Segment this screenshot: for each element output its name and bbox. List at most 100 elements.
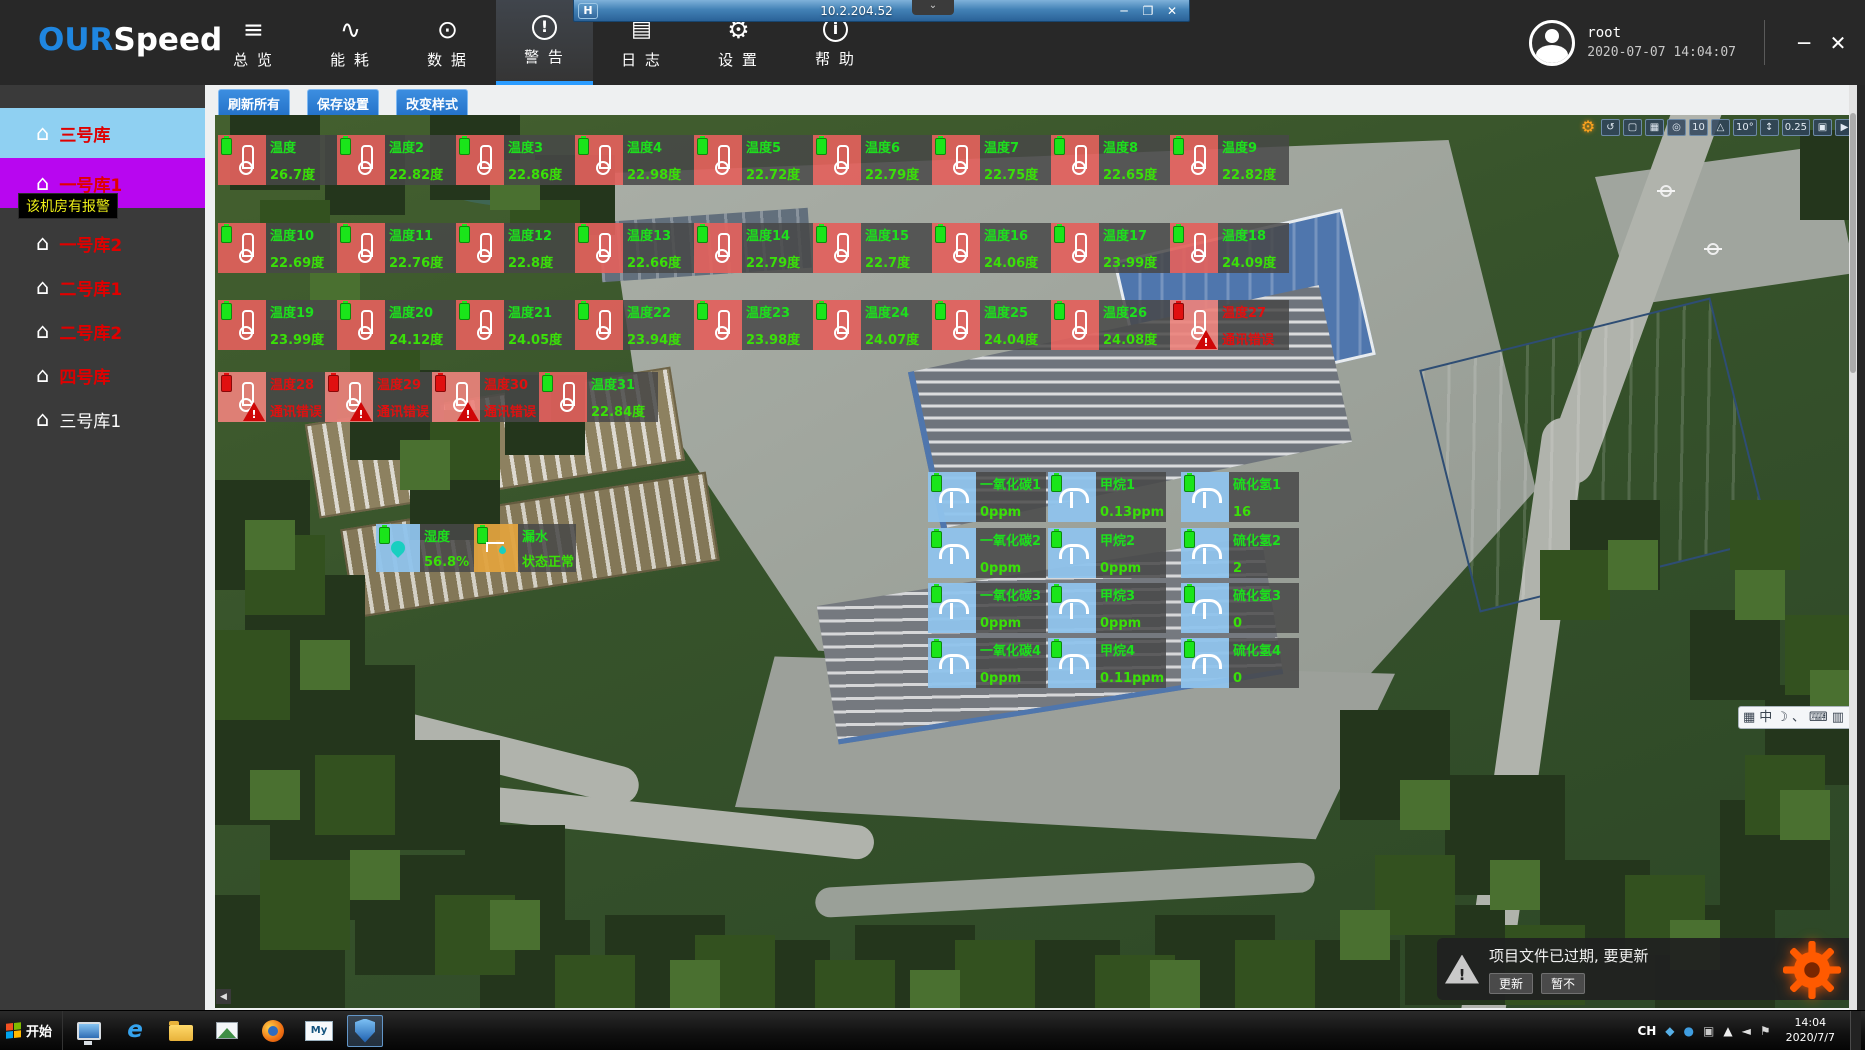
taskbar-app-button[interactable]: e (117, 1015, 153, 1047)
settings-gear-icon[interactable] (1783, 941, 1841, 999)
map-control-button[interactable]: ◎ (1667, 119, 1686, 136)
temperature-sensor-tile[interactable]: ! 温度8 22.65度 (1051, 135, 1170, 185)
toolbar-button[interactable]: 刷新所有 (218, 89, 290, 118)
gas-sensor-tile[interactable]: 一氧化碳4 0ppm (928, 638, 1046, 688)
temperature-sensor-tile[interactable]: ! 温度29 通讯错误 (325, 372, 444, 422)
temperature-sensor-tile[interactable]: ! 温度5 22.72度 (694, 135, 813, 185)
gas-sensor-tile[interactable]: 甲烷3 0ppm (1048, 583, 1166, 633)
user-avatar-icon[interactable] (1529, 20, 1575, 66)
environment-sensor-tile[interactable]: 湿度 56.8% (376, 524, 478, 572)
map-control-button[interactable]: △ (1711, 119, 1730, 136)
map-control-button[interactable]: ▦ (1645, 119, 1664, 136)
ime-bar-icon[interactable]: ☽ (1776, 711, 1788, 724)
temperature-sensor-tile[interactable]: ! 温度16 24.06度 (932, 223, 1051, 273)
nav-tab[interactable]: 能 耗 (302, 0, 399, 85)
sidebar-room-item[interactable]: 一号库2 (0, 221, 205, 265)
ime-bar-icon[interactable]: ▦ (1743, 711, 1755, 724)
bgwin-restore-button[interactable]: ❐ (1139, 4, 1157, 18)
map-control-button[interactable]: 10° (1733, 119, 1757, 136)
map-control-button[interactable]: 0.25 (1782, 119, 1810, 136)
temperature-sensor-tile[interactable]: ! 温度17 23.99度 (1051, 223, 1170, 273)
gas-sensor-tile[interactable]: 一氧化碳3 0ppm (928, 583, 1046, 633)
temperature-sensor-tile[interactable]: ! 温度30 通讯错误 (432, 372, 551, 422)
ime-bar-icon[interactable]: ✎ (1848, 711, 1849, 724)
temperature-sensor-tile[interactable]: ! 温度10 22.69度 (218, 223, 337, 273)
temperature-sensor-tile[interactable]: ! 温度20 24.12度 (337, 300, 456, 350)
temperature-sensor-tile[interactable]: ! 温度25 24.04度 (932, 300, 1051, 350)
map-control-button[interactable]: ▶ (1835, 119, 1849, 136)
map-control-button[interactable]: ▢ (1623, 119, 1642, 136)
bgwin-close-button[interactable]: ✕ (1163, 4, 1181, 18)
facility-map[interactable]: ↺▢▦◎10△10°↕0.25▣▶ ! 温度 26.7度 (215, 115, 1849, 1008)
sidebar-room-item[interactable]: 四号库 (0, 353, 205, 397)
temperature-sensor-tile[interactable]: ! 温度27 通讯错误 (1170, 300, 1289, 350)
taskbar-app-button[interactable]: My (301, 1015, 337, 1047)
temperature-sensor-tile[interactable]: ! 温度14 22.79度 (694, 223, 813, 273)
temperature-sensor-tile[interactable]: ! 温度3 22.86度 (456, 135, 575, 185)
temperature-sensor-tile[interactable]: ! 温度19 23.99度 (218, 300, 337, 350)
tray-icon[interactable]: ⚑ (1760, 1025, 1771, 1037)
gas-sensor-tile[interactable]: 硫化氢1 16 (1181, 472, 1299, 522)
nav-tab[interactable]: 数 据 (399, 0, 496, 85)
taskbar-app-button[interactable] (209, 1015, 245, 1047)
ime-bar-icon[interactable]: 、 (1792, 711, 1805, 724)
compass-gear-icon[interactable] (1578, 118, 1598, 136)
gas-sensor-tile[interactable]: 甲烷2 0ppm (1048, 528, 1166, 578)
taskbar-clock[interactable]: 14:04 2020/7/7 (1780, 1016, 1841, 1046)
scrollbar-thumb[interactable] (1850, 113, 1856, 373)
toolbar-button[interactable]: 改变样式 (396, 89, 468, 118)
map-control-button[interactable]: ▣ (1813, 119, 1832, 136)
notification-button[interactable]: 暂不 (1541, 973, 1585, 994)
temperature-sensor-tile[interactable]: ! 温度22 23.94度 (575, 300, 694, 350)
environment-sensor-tile[interactable]: 漏水 状态正常 (474, 524, 576, 572)
gas-sensor-tile[interactable]: 一氧化碳2 0ppm (928, 528, 1046, 578)
temperature-sensor-tile[interactable]: ! 温度7 22.75度 (932, 135, 1051, 185)
map-control-button[interactable]: ↕ (1760, 119, 1779, 136)
tray-icon[interactable]: ▣ (1703, 1025, 1714, 1037)
sidebar-room-item[interactable]: 二号库1 (0, 265, 205, 309)
app-minimize-button[interactable]: ─ (1787, 31, 1821, 55)
background-window-icon[interactable]: H (578, 3, 598, 19)
ime-bar-icon[interactable]: ▥ (1832, 711, 1844, 724)
start-button[interactable]: 开始 (0, 1011, 63, 1050)
sidebar-room-item[interactable]: 二号库2 (0, 309, 205, 353)
temperature-sensor-tile[interactable]: ! 温度23 23.98度 (694, 300, 813, 350)
gas-sensor-tile[interactable]: 甲烷4 0.11ppm (1048, 638, 1166, 688)
tray-icon[interactable]: ◄ (1742, 1025, 1751, 1037)
tray-icon[interactable]: ◆ (1665, 1025, 1674, 1037)
gas-sensor-tile[interactable]: 一氧化碳1 0ppm (928, 472, 1046, 522)
temperature-sensor-tile[interactable]: ! 温度6 22.79度 (813, 135, 932, 185)
toolbar-button[interactable]: 保存设置 (307, 89, 379, 118)
background-window-titlebar[interactable]: H 10.2.204.52 ─ ❐ ✕ (573, 0, 1190, 22)
nav-tab[interactable]: 总 览 (205, 0, 302, 85)
tray-icon[interactable]: ▲ (1723, 1025, 1732, 1037)
map-scroll-left-arrow[interactable]: ◀ (216, 989, 231, 1004)
temperature-sensor-tile[interactable]: ! 温度28 通讯错误 (218, 372, 337, 422)
temperature-sensor-tile[interactable]: ! 温度12 22.8度 (456, 223, 575, 273)
sidebar-room-item[interactable]: 三号库 (0, 108, 205, 158)
temperature-sensor-tile[interactable]: ! 温度24 24.07度 (813, 300, 932, 350)
temperature-sensor-tile[interactable]: ! 温度31 22.84度 (539, 372, 658, 422)
map-control-button[interactable]: 10 (1689, 119, 1708, 136)
bgwin-minimize-button[interactable]: ─ (1115, 4, 1133, 18)
gas-sensor-tile[interactable]: 甲烷1 0.13ppm (1048, 472, 1166, 522)
temperature-sensor-tile[interactable]: ! 温度9 22.82度 (1170, 135, 1289, 185)
vertical-scrollbar[interactable] (1849, 85, 1857, 1010)
tray-icon[interactable]: ● (1684, 1025, 1694, 1037)
language-indicator[interactable]: CH (1637, 1024, 1656, 1038)
temperature-sensor-tile[interactable]: ! 温度11 22.76度 (337, 223, 456, 273)
sidebar-room-item[interactable]: 三号库1 (0, 397, 205, 441)
recorder-tab-chevron-icon[interactable]: ⌄ (912, 0, 954, 15)
gas-sensor-tile[interactable]: 硫化氢2 2 (1181, 528, 1299, 578)
taskbar-app-button[interactable] (163, 1015, 199, 1047)
temperature-sensor-tile[interactable]: ! 温度21 24.05度 (456, 300, 575, 350)
temperature-sensor-tile[interactable]: ! 温度13 22.66度 (575, 223, 694, 273)
taskbar-app-button[interactable] (255, 1015, 291, 1047)
notification-button[interactable]: 更新 (1489, 973, 1533, 994)
ime-bar-icon[interactable]: 中 (1759, 711, 1772, 724)
gas-sensor-tile[interactable]: 硫化氢4 0 (1181, 638, 1299, 688)
temperature-sensor-tile[interactable]: ! 温度18 24.09度 (1170, 223, 1289, 273)
temperature-sensor-tile[interactable]: ! 温度15 22.7度 (813, 223, 932, 273)
temperature-sensor-tile[interactable]: ! 温度4 22.98度 (575, 135, 694, 185)
taskbar-app-button[interactable] (71, 1015, 107, 1047)
